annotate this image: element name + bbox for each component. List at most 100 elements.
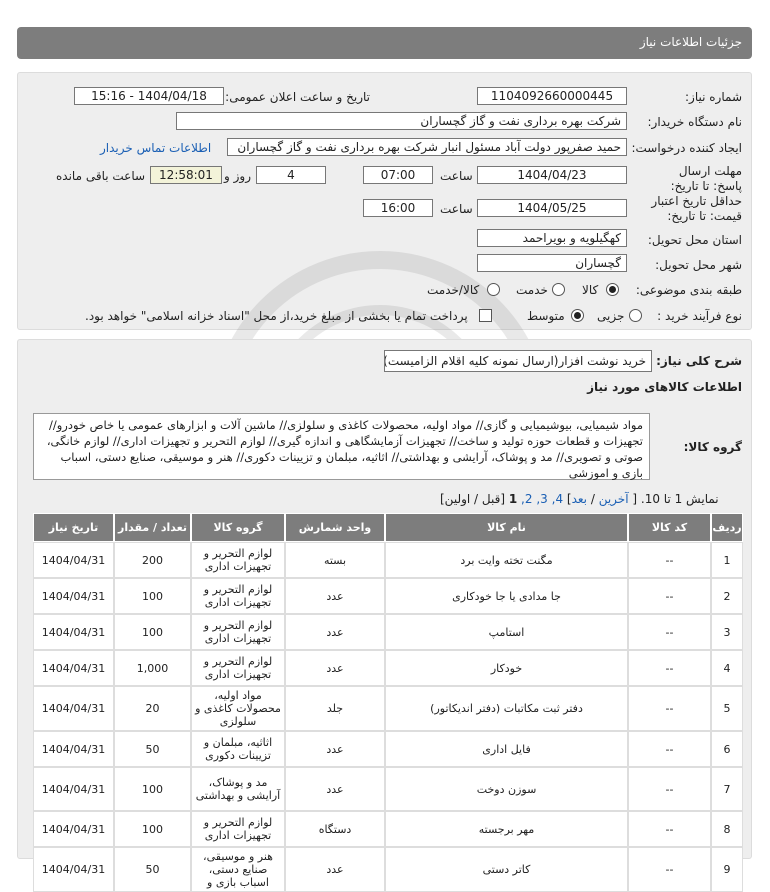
- pager-next[interactable]: بعد: [572, 492, 587, 506]
- days-label: روز و: [224, 169, 251, 183]
- col-group: گروه کالا: [191, 513, 285, 542]
- cell-unit: عدد: [285, 847, 385, 892]
- page-title: جزئیات اطلاعات نیاز: [639, 35, 742, 49]
- table-row[interactable]: 6 -- فایل اداری عدد اثاثیه، مبلمان و تزی…: [33, 731, 743, 767]
- col-row: ردیف: [711, 513, 743, 542]
- cell-group: لوازم التحریر و تجهیزات اداری: [191, 542, 285, 578]
- goods-info-title: اطلاعات کالاهای مورد نیاز: [587, 380, 742, 394]
- pager-prev-first: [قبل / اولین]: [440, 492, 506, 506]
- cell-unit: عدد: [285, 731, 385, 767]
- reply-date-field: 1404/04/23: [477, 166, 627, 184]
- table-row[interactable]: 9 -- کاتر دستی عدد هنر و موسیقی، صنایع د…: [33, 847, 743, 892]
- cell-qty: 100: [114, 614, 191, 650]
- buyer-org-field: شرکت بهره برداری نفت و گاز گچساران: [176, 112, 627, 130]
- cell-row: 8: [711, 811, 743, 847]
- summary-label: شرح کلی نیاز:: [656, 354, 742, 368]
- announce-label: تاریخ و ساعت اعلان عمومی:: [225, 90, 370, 104]
- pager-pages[interactable]: 4, 3, 2,: [521, 492, 563, 506]
- cell-unit: عدد: [285, 650, 385, 686]
- cell-group: لوازم التحریر و تجهیزات اداری: [191, 614, 285, 650]
- cell-group: لوازم التحریر و تجهیزات اداری: [191, 811, 285, 847]
- pager-showing: نمایش 1 تا 10.: [640, 492, 719, 506]
- cell-code: --: [628, 650, 711, 686]
- cell-name: فایل اداری: [385, 731, 628, 767]
- remaining-label: ساعت باقی مانده: [56, 169, 146, 183]
- treasury-checkbox[interactable]: [479, 309, 492, 322]
- cell-code: --: [628, 847, 711, 892]
- pager: نمایش 1 تا 10. [ آخرین / بعد] 4, 3, 2, 1…: [440, 492, 719, 506]
- cell-date: 1404/04/31: [33, 578, 114, 614]
- province-field: کهگیلویه و بویراحمد: [477, 229, 627, 247]
- need-number-label: شماره نیاز:: [685, 90, 742, 104]
- cell-name: استامپ: [385, 614, 628, 650]
- page-title-bar: جزئیات اطلاعات نیاز: [17, 27, 752, 59]
- category-label: طبقه بندی موضوعی:: [635, 283, 742, 297]
- cell-qty: 1,000: [114, 650, 191, 686]
- table-row[interactable]: 8 -- مهر برجسته دستگاه لوازم التحریر و ت…: [33, 811, 743, 847]
- cell-qty: 50: [114, 731, 191, 767]
- cell-name: خودکار: [385, 650, 628, 686]
- cell-code: --: [628, 767, 711, 811]
- buyer-contact-link[interactable]: اطلاعات تماس خریدار: [100, 141, 211, 155]
- cell-qty: 50: [114, 847, 191, 892]
- cell-qty: 100: [114, 811, 191, 847]
- cell-qty: 100: [114, 767, 191, 811]
- process-radio-medium[interactable]: [571, 309, 584, 322]
- city-label: شهر محل تحویل:: [655, 258, 742, 272]
- process-radio-minor[interactable]: [629, 309, 642, 322]
- process-option-minor: جزیی: [597, 309, 625, 323]
- cell-name: جا مدادی یا جا خودکاری: [385, 578, 628, 614]
- table-row[interactable]: 4 -- خودکار عدد لوازم التحریر و تجهیزات …: [33, 650, 743, 686]
- cell-group: مواد اولیه، محصولات کاغذی و سلولزی: [191, 686, 285, 731]
- cell-qty: 100: [114, 578, 191, 614]
- cell-qty: 200: [114, 542, 191, 578]
- table-row[interactable]: 1 -- مگنت تخته وایت برد بسته لوازم التحر…: [33, 542, 743, 578]
- category-radio-goods-service[interactable]: [487, 283, 500, 296]
- city-field: گچساران: [477, 254, 627, 272]
- table-row[interactable]: 7 -- سوزن دوخت عدد مد و پوشاک، آرایشی و …: [33, 767, 743, 811]
- col-date: تاریخ نیاز: [33, 513, 114, 542]
- category-option-goods: کالا: [582, 283, 599, 297]
- process-option-medium: متوسط: [527, 309, 565, 323]
- cell-group: اثاثیه، مبلمان و تزیینات دکوری: [191, 731, 285, 767]
- table-row[interactable]: 2 -- جا مدادی یا جا خودکاری عدد لوازم ال…: [33, 578, 743, 614]
- col-name: نام کالا: [385, 513, 628, 542]
- cell-row: 9: [711, 847, 743, 892]
- cell-unit: جلد: [285, 686, 385, 731]
- cell-row: 4: [711, 650, 743, 686]
- cell-row: 2: [711, 578, 743, 614]
- price-validity-label: حداقل تاریخ اعتبار قیمت: تا تاریخ:: [651, 194, 742, 223]
- cell-name: دفتر ثبت مکاتبات (دفتر اندیکاتور): [385, 686, 628, 731]
- requester-label: ایجاد کننده درخواست:: [631, 141, 742, 155]
- category-radio-goods[interactable]: [606, 283, 619, 296]
- need-number-field: 1104092660000445: [477, 87, 627, 105]
- price-date-field: 1404/05/25: [477, 199, 627, 217]
- pager-current: 1: [508, 492, 518, 506]
- cell-code: --: [628, 731, 711, 767]
- cell-code: --: [628, 578, 711, 614]
- reply-deadline-label: مهلت ارسال پاسخ: تا تاریخ:: [670, 164, 742, 193]
- table-row[interactable]: 5 -- دفتر ثبت مکاتبات (دفتر اندیکاتور) ج…: [33, 686, 743, 731]
- process-label: نوع فرآیند خرید :: [657, 309, 742, 323]
- category-option-service: خدمت: [516, 283, 548, 297]
- pager-last[interactable]: آخرین: [599, 492, 629, 506]
- cell-date: 1404/04/31: [33, 542, 114, 578]
- goods-table: ردیف کد کالا نام کالا واحد شمارش گروه کا…: [33, 513, 743, 892]
- goods-group-field: مواد شیمیایی، بیوشیمیایی و گازی// مواد ا…: [33, 413, 650, 480]
- category-radio-service[interactable]: [552, 283, 565, 296]
- table-row[interactable]: 3 -- استامپ عدد لوازم التحریر و تجهیزات …: [33, 614, 743, 650]
- cell-row: 5: [711, 686, 743, 731]
- reply-time-field: 07:00: [363, 166, 433, 184]
- goods-group-label: گروه کالا:: [683, 440, 742, 454]
- col-qty: تعداد / مقدار: [114, 513, 191, 542]
- cell-qty: 20: [114, 686, 191, 731]
- cell-date: 1404/04/31: [33, 847, 114, 892]
- cell-date: 1404/04/31: [33, 767, 114, 811]
- summary-field: خرید نوشت افزار(ارسال نمونه کلیه اقلام ا…: [384, 350, 652, 372]
- cell-name: مهر برجسته: [385, 811, 628, 847]
- cell-group: مد و پوشاک، آرایشی و بهداشتی: [191, 767, 285, 811]
- cell-date: 1404/04/31: [33, 811, 114, 847]
- col-code: کد کالا: [628, 513, 711, 542]
- cell-group: لوازم التحریر و تجهیزات اداری: [191, 578, 285, 614]
- cell-unit: عدد: [285, 614, 385, 650]
